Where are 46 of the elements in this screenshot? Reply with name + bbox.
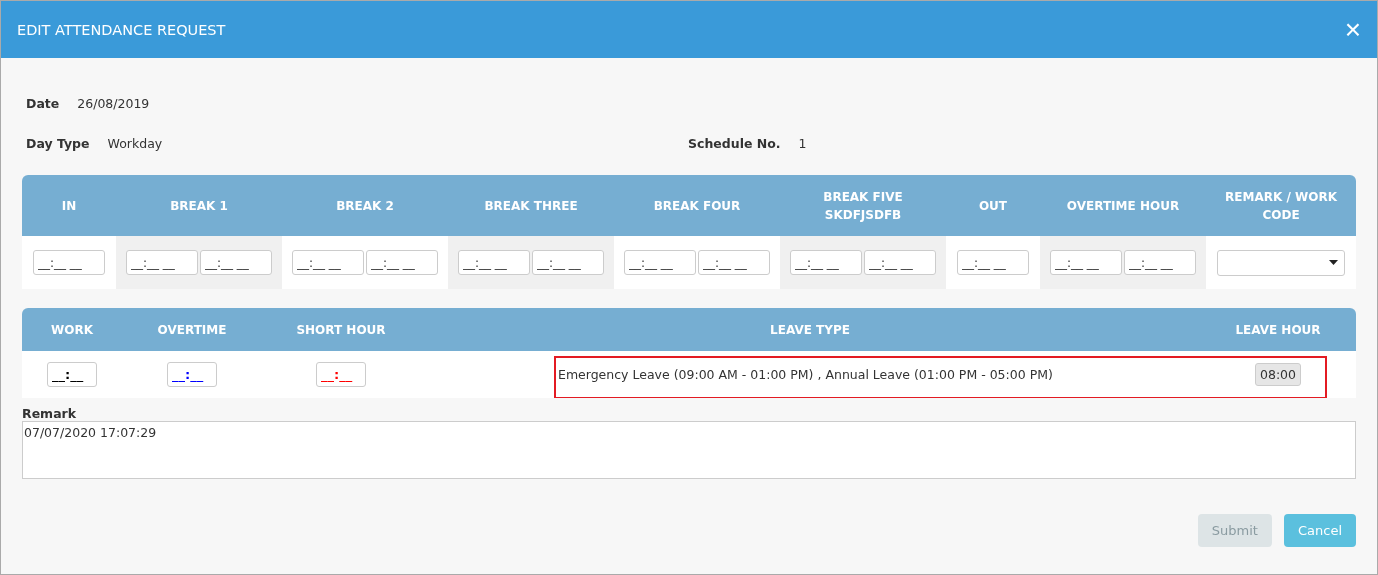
column-header: BREAK FOUR bbox=[653, 197, 741, 215]
column-header: OVERTIME bbox=[157, 321, 227, 339]
caret-icon bbox=[1329, 260, 1338, 265]
field-label: Schedule No. bbox=[688, 135, 781, 151]
work-code-dropdown[interactable] bbox=[1217, 249, 1345, 276]
time-input[interactable]: __:__ __ bbox=[1050, 250, 1122, 275]
leave-type-text: Emergency Leave (09:00 AM - 01:00 PM) , Annual Leave (01:00 PM - 05:00 PM) bbox=[558, 367, 1053, 382]
remark-field[interactable]: 07/07/2020 17:07:29 bbox=[22, 421, 1356, 479]
time-input[interactable]: __:__ __ bbox=[366, 250, 438, 275]
schedule-value: 1 bbox=[798, 135, 807, 151]
column-header: WORK bbox=[51, 321, 93, 339]
column-header: IN bbox=[61, 197, 77, 215]
time-input[interactable]: __:__ __ bbox=[200, 250, 272, 275]
column-header: REMARK / WORK CODE bbox=[1224, 188, 1338, 224]
column-header: SHORT HOUR bbox=[296, 321, 386, 339]
time-input[interactable]: __:__ __ bbox=[33, 250, 105, 275]
time-input[interactable]: __:__ bbox=[316, 362, 366, 387]
column-header: BREAK THREE bbox=[484, 197, 578, 215]
time-input[interactable]: __:__ __ bbox=[126, 250, 198, 275]
cancel-button[interactable]: Cancel bbox=[1283, 514, 1356, 547]
time-input[interactable]: __:__ __ bbox=[532, 250, 604, 275]
column-header: LEAVE HOUR bbox=[1235, 321, 1321, 339]
time-input[interactable]: __:__ __ bbox=[292, 250, 364, 275]
column-header: LEAVE TYPE bbox=[770, 321, 850, 339]
time-input[interactable]: __:__ __ bbox=[624, 250, 696, 275]
remark-label: Remark bbox=[22, 406, 78, 421]
column-header: BREAK 2 bbox=[336, 197, 394, 215]
time-input[interactable]: __:__ __ bbox=[790, 250, 862, 275]
time-input[interactable]: __:__ bbox=[167, 362, 217, 387]
date-value: 26/08/2019 bbox=[77, 95, 150, 111]
column-header: BREAK FIVE SKDFJSDFB bbox=[822, 188, 904, 224]
time-input[interactable]: __:__ __ bbox=[458, 250, 530, 275]
dialog-title: EDIT ATTENDANCE REQUEST bbox=[17, 21, 226, 38]
column-header: OVERTIME HOUR bbox=[1066, 197, 1180, 215]
time-input[interactable]: __:__ __ bbox=[864, 250, 936, 275]
field-label: Date bbox=[26, 95, 60, 111]
leave-hour-field: 08:00 bbox=[1255, 363, 1301, 386]
time-input[interactable]: __:__ __ bbox=[957, 250, 1029, 275]
close-button[interactable]: × bbox=[1344, 15, 1361, 44]
field-label: Day Type bbox=[26, 135, 90, 151]
time-input[interactable]: __:__ bbox=[47, 362, 97, 387]
day-type-value: Workday bbox=[107, 135, 163, 151]
time-input[interactable]: __:__ __ bbox=[1124, 250, 1196, 275]
column-header: OUT bbox=[978, 197, 1008, 215]
column-header: BREAK 1 bbox=[170, 197, 228, 215]
time-input[interactable]: __:__ __ bbox=[698, 250, 770, 275]
